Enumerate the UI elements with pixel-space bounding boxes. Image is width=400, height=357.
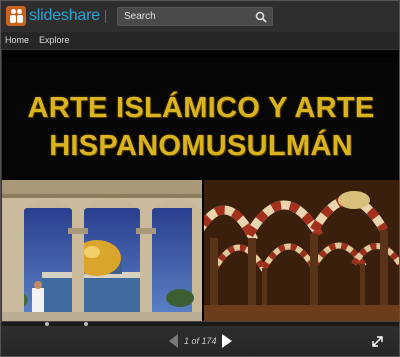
nav-home-link[interactable]: Home: [5, 35, 29, 45]
nav-explore-link[interactable]: Explore: [39, 35, 70, 45]
progress-marker: [45, 322, 49, 326]
slide-title-line1: ARTE ISLÁMICO Y ARTE: [27, 92, 375, 124]
previous-slide-icon[interactable]: [169, 334, 178, 348]
progress-marker: [84, 322, 88, 326]
slide-progress-track[interactable]: [2, 322, 399, 326]
search-icon[interactable]: [255, 11, 267, 23]
search-placeholder: Search: [124, 11, 156, 22]
search-input[interactable]: Search: [117, 7, 273, 26]
slide-controls: 1 of 174: [1, 321, 399, 356]
mezquita-cordoba-photo: [204, 180, 399, 321]
next-slide-icon[interactable]: [222, 334, 232, 348]
logo-text: slideshare: [29, 7, 100, 24]
slideshare-embed: slideshare Search Home Explore ARTE ISLÁ…: [0, 0, 400, 357]
slide-title-band: ARTE ISLÁMICO Y ARTE HISPANOMUSULMÁN: [2, 58, 399, 178]
slide-title-line2: HISPANOMUSULMÁN: [49, 130, 353, 162]
nav-bar: Home Explore: [1, 32, 399, 49]
slideshare-logo-icon: [6, 6, 26, 26]
slide-viewer[interactable]: ARTE ISLÁMICO Y ARTE HISPANOMUSULMÁN: [2, 50, 399, 321]
header-bar: slideshare Search: [1, 1, 399, 32]
slideshare-logo[interactable]: slideshare: [6, 6, 100, 26]
fullscreen-icon[interactable]: [372, 336, 383, 347]
page-indicator: 1 of 174: [184, 336, 217, 346]
slide-photos: [2, 180, 399, 321]
dome-of-the-rock-photo: [2, 180, 202, 321]
header-divider: [105, 10, 106, 23]
